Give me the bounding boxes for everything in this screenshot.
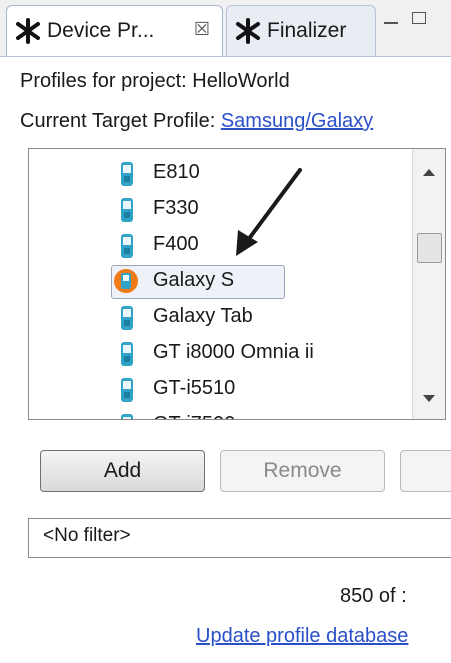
list-item-label: Galaxy S (153, 269, 235, 291)
device-profiles-view: Device Pr... ☒ Finalizer Profiles for pr… (0, 0, 451, 663)
scroll-down-arrow-icon[interactable] (423, 395, 435, 402)
list-item[interactable]: Galaxy Tab (29, 299, 409, 335)
list-item-label: Galaxy Tab (153, 305, 253, 327)
list-item[interactable]: GT i8000 Omnia ii (29, 335, 409, 371)
tab-label: Device Pr... (47, 19, 155, 42)
list-item-label: F400 (153, 233, 199, 255)
device-profile-icon (16, 18, 40, 44)
scroll-thumb[interactable] (417, 233, 442, 263)
phone-icon (121, 198, 133, 222)
list-item-label: F330 (153, 197, 199, 219)
filter-select[interactable]: <No filter> (28, 518, 451, 558)
list-item[interactable]: F400 (29, 227, 409, 263)
device-list[interactable]: E810 F330 F400 Galaxy S Galaxy Tab GT i8000 O… (28, 148, 446, 420)
current-target-label: Current Target Profile: (20, 110, 216, 132)
list-item[interactable]: GT-i7500 (29, 407, 409, 419)
phone-icon (121, 414, 133, 419)
update-profile-database-link[interactable]: Update profile database (196, 625, 408, 648)
phone-icon (121, 234, 133, 258)
current-target-link[interactable]: Samsung/Galaxy (221, 110, 373, 132)
current-target-row: Current Target Profile: Samsung/Galaxy (20, 110, 373, 133)
list-item-label: GT-i5510 (153, 377, 236, 399)
tab-device-profiles[interactable]: Device Pr... ☒ (6, 5, 223, 56)
profiles-label: Profiles for project: HelloWorld (20, 70, 290, 92)
maximize-icon[interactable] (412, 12, 426, 24)
vertical-scrollbar[interactable] (412, 149, 445, 419)
window-controls (384, 12, 426, 24)
selected-profile-icon (114, 269, 138, 293)
list-item-label: GT-i7500 (153, 413, 235, 419)
add-button[interactable]: Add (40, 450, 205, 492)
list-item[interactable]: E810 (29, 155, 409, 191)
tab-finalizer[interactable]: Finalizer (226, 5, 376, 56)
list-item[interactable]: F330 (29, 191, 409, 227)
finalizer-icon (236, 18, 260, 44)
phone-icon (121, 162, 133, 186)
partial-button[interactable] (400, 450, 451, 492)
phone-icon (121, 342, 133, 366)
remove-button[interactable]: Remove (220, 450, 385, 492)
phone-icon (121, 378, 133, 402)
list-item-label: GT i8000 Omnia ii (153, 341, 314, 363)
scroll-up-arrow-icon[interactable] (423, 169, 435, 176)
minimize-icon[interactable] (384, 18, 398, 24)
phone-icon (121, 306, 133, 330)
list-item[interactable]: GT-i5510 (29, 371, 409, 407)
close-tab-icon[interactable]: ☒ (194, 19, 210, 40)
profile-count: 850 of : (340, 585, 407, 607)
tab-label: Finalizer (267, 19, 347, 42)
list-item-label: E810 (153, 161, 200, 183)
tab-strip: Device Pr... ☒ Finalizer (0, 0, 451, 57)
list-item[interactable]: Galaxy S (29, 263, 409, 299)
